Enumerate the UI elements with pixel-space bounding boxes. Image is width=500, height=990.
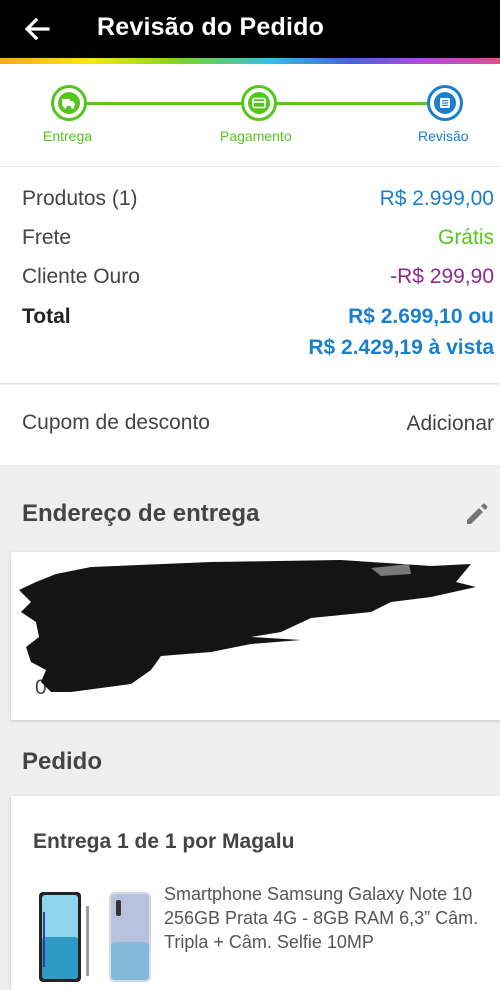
products-label: Produtos (1) xyxy=(22,187,138,210)
coupon-label: Cupom de desconto xyxy=(22,411,210,434)
app-header: Revisão do Pedido xyxy=(0,0,500,58)
gold-client-discount: -R$ 299,90 xyxy=(390,265,494,288)
shipping-label: Frete xyxy=(22,226,72,249)
delivery-label: Entrega 1 de 1 por Magalu xyxy=(33,830,295,853)
order-summary: Produtos (1) R$ 2.999,00 Frete Grátis Cl… xyxy=(0,166,500,384)
step-label-revisao: Revisão xyxy=(418,128,469,144)
arrow-left-icon xyxy=(24,17,50,41)
total-cash: R$ 2.429,19 à vista xyxy=(308,336,494,359)
step-connector xyxy=(86,102,242,105)
edit-address-button[interactable] xyxy=(462,499,492,529)
total-value: R$ 2.699,10 ou R$ 2.429,19 à vista xyxy=(308,301,494,363)
gold-client-label: Cliente Ouro xyxy=(22,265,140,288)
order-card: Entrega 1 de 1 por Magalu Smartphone Sam… xyxy=(11,796,500,990)
total-installment: R$ 2.699,10 ou xyxy=(348,305,494,328)
step-pagamento[interactable] xyxy=(241,85,277,121)
step-revisao[interactable] xyxy=(427,85,463,121)
list-icon xyxy=(440,98,450,108)
pencil-icon xyxy=(467,503,488,524)
page-title: Revisão do Pedido xyxy=(97,13,325,41)
step-label-entrega: Entrega xyxy=(43,128,93,144)
truck-icon xyxy=(62,99,75,109)
back-button[interactable] xyxy=(20,12,54,46)
product-image[interactable] xyxy=(29,882,159,990)
shipping-value: Grátis xyxy=(437,226,494,249)
order-section-title: Pedido xyxy=(22,748,103,775)
product-title[interactable]: Smartphone Samsung Galaxy Note 10 256GB … xyxy=(164,882,494,954)
card-icon xyxy=(252,97,266,109)
step-connector xyxy=(276,102,428,105)
checkout-stepper: Entrega Pagamento Revisão xyxy=(0,64,500,166)
step-label-pagamento: Pagamento xyxy=(220,128,292,144)
redacted-address-scribble xyxy=(19,560,476,692)
coupon-row[interactable]: Cupom de desconto Adicionar xyxy=(0,385,500,465)
add-coupon-button[interactable]: Adicionar xyxy=(406,412,494,436)
address-card[interactable]: 0 xyxy=(11,552,500,720)
step-entrega[interactable] xyxy=(51,85,87,121)
total-label: Total xyxy=(22,305,71,328)
products-value: R$ 2.999,00 xyxy=(379,187,494,210)
address-section-title: Endereço de entrega xyxy=(22,500,260,527)
